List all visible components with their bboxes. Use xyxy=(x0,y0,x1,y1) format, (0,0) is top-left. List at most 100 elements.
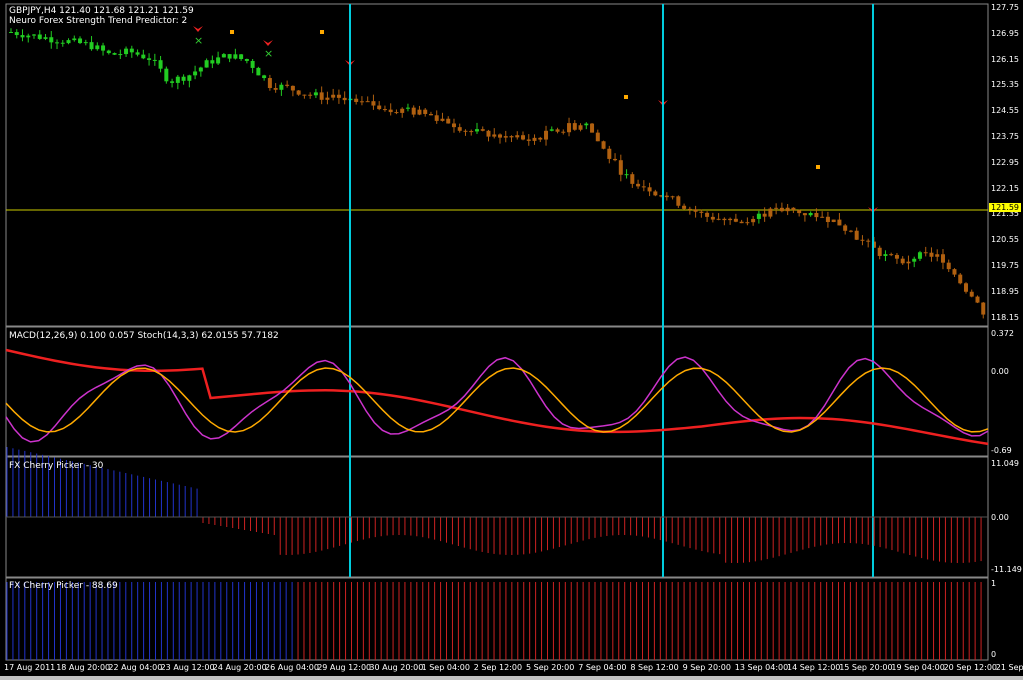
price-tick: 122.95 xyxy=(991,157,1019,167)
candle xyxy=(624,174,629,176)
candle xyxy=(256,67,261,76)
candle xyxy=(147,58,152,60)
time-tick: 23 Aug 12:00 xyxy=(160,663,215,672)
candle xyxy=(532,137,537,141)
candle xyxy=(578,125,583,130)
time-tick: 8 Sep 12:00 xyxy=(630,663,679,672)
cherry30-label: FX Cherry Picker - 30 xyxy=(9,461,104,471)
time-tick: 30 Aug 20:00 xyxy=(369,663,424,672)
candle xyxy=(124,48,129,55)
candle xyxy=(365,101,370,103)
candle xyxy=(26,35,31,38)
candle xyxy=(290,85,295,91)
candle xyxy=(43,37,48,39)
candle xyxy=(417,109,422,115)
candle xyxy=(975,296,980,303)
candle xyxy=(636,183,641,187)
symbol-header: GBPJPY,H4 121.40 121.68 121.21 121.59 xyxy=(9,6,194,16)
candle xyxy=(561,131,566,133)
candle xyxy=(313,92,318,96)
signal-dot xyxy=(320,30,324,34)
time-tick: 17 Aug 2011 xyxy=(4,663,56,672)
candle xyxy=(325,97,330,100)
candle xyxy=(912,258,917,262)
candle xyxy=(906,261,911,264)
price-tick: 127.75 xyxy=(991,3,1019,12)
time-tick: 13 Sep 04:00 xyxy=(734,663,789,672)
candle xyxy=(486,130,491,137)
time-tick: 26 Aug 04:00 xyxy=(265,663,319,672)
time-tick: 2 Sep 12:00 xyxy=(473,663,523,672)
candle xyxy=(935,254,940,257)
candle xyxy=(693,209,698,212)
time-tick: 15 Sep 20:00 xyxy=(839,663,893,672)
candle xyxy=(428,113,433,116)
signal-dot xyxy=(624,95,628,99)
time-tick: 14 Sep 12:00 xyxy=(787,663,841,672)
candle xyxy=(95,45,100,50)
price-tick: 126.15 xyxy=(991,54,1019,64)
candle xyxy=(613,158,618,161)
candle xyxy=(699,211,704,213)
price-tick: 122.15 xyxy=(991,183,1019,193)
candle xyxy=(682,205,687,209)
time-tick: 1 Sep 04:00 xyxy=(421,663,470,672)
candle xyxy=(515,135,520,138)
candle xyxy=(854,230,859,240)
candle xyxy=(946,262,951,270)
candle xyxy=(739,221,744,224)
candle xyxy=(521,135,526,140)
candle xyxy=(193,71,198,76)
candle xyxy=(250,60,255,68)
time-tick: 18 Aug 20:00 xyxy=(56,663,111,672)
candle xyxy=(187,75,192,81)
candle xyxy=(779,207,784,212)
candle xyxy=(814,213,819,218)
candle xyxy=(572,123,577,130)
candle xyxy=(802,213,807,216)
candle xyxy=(423,109,428,114)
macd-mid-value: 0.00 xyxy=(991,367,1009,376)
candle xyxy=(49,37,54,43)
candle xyxy=(894,254,899,259)
panel-frame xyxy=(5,577,989,661)
candle xyxy=(342,97,347,101)
chart-tab-bar[interactable] xyxy=(0,676,1023,680)
time-tick: 20 Sep 12:00 xyxy=(943,663,997,672)
candle xyxy=(808,213,813,216)
cross-marker: × xyxy=(194,34,203,47)
candle xyxy=(14,32,19,36)
candle xyxy=(590,123,595,133)
macd-line xyxy=(5,348,989,446)
candle xyxy=(785,207,790,212)
time-tick: 5 Sep 20:00 xyxy=(526,663,575,672)
candle xyxy=(101,45,106,51)
time-tick: 19 Sep 04:00 xyxy=(891,663,945,672)
candle xyxy=(607,148,612,159)
candle xyxy=(164,68,169,82)
candle xyxy=(440,118,445,121)
candle xyxy=(221,54,226,58)
cherry88-top-value: 1 xyxy=(991,579,997,588)
candle xyxy=(877,247,882,256)
cherry88-label: FX Cherry Picker - 88.69 xyxy=(9,581,118,591)
candle xyxy=(308,94,313,96)
candle xyxy=(331,94,336,98)
candle xyxy=(728,218,733,221)
candle xyxy=(825,216,830,223)
candle xyxy=(653,191,658,196)
candle xyxy=(630,174,635,184)
candle xyxy=(262,75,267,79)
price-tick: 123.75 xyxy=(991,132,1019,141)
price-tick: 119.75 xyxy=(991,261,1019,270)
candle xyxy=(469,131,474,133)
candle xyxy=(273,88,278,90)
candle xyxy=(549,129,554,131)
candle xyxy=(981,302,986,315)
candle xyxy=(900,258,905,264)
candle xyxy=(503,136,508,138)
candle xyxy=(923,252,928,254)
candle xyxy=(601,141,606,149)
candle xyxy=(411,107,416,115)
candle xyxy=(756,213,761,219)
